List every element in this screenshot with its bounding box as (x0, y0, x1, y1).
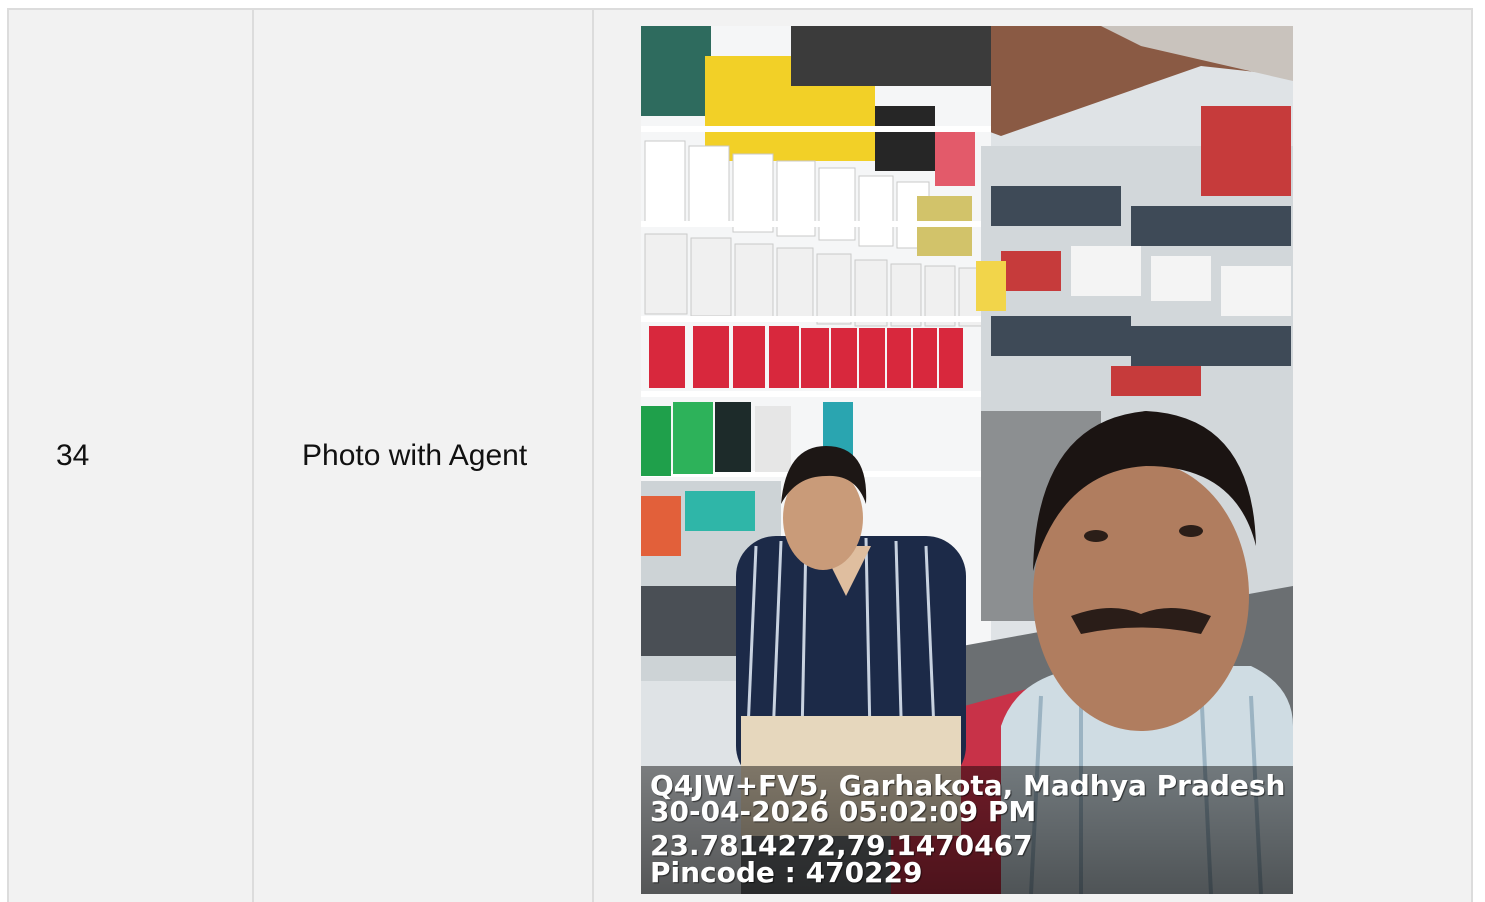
table-row: 34 Photo with Agent Q4JW+FV5, Garhakota,… (9, 10, 1471, 902)
row-label-cell: Photo with Agent (253, 10, 594, 902)
row-label: Photo with Agent (302, 439, 528, 472)
geotag-overlay: Q4JW+FV5, Garhakota, Madhya Pradesh 470 … (641, 766, 1293, 894)
photo-scene (641, 26, 1293, 894)
row-number: 34 (56, 439, 90, 472)
records-table-grid: 34 Photo with Agent Q4JW+FV5, Garhakota,… (9, 10, 1471, 902)
records-table: 34 Photo with Agent Q4JW+FV5, Garhakota,… (7, 8, 1473, 902)
geotag-pincode: Pincode : 470229 (650, 856, 923, 889)
row-photo-cell: Q4JW+FV5, Garhakota, Madhya Pradesh 470 … (593, 10, 1471, 902)
row-number-cell: 34 (9, 10, 254, 902)
geotag-datetime: 30-04-2026 05:02:09 PM (650, 795, 1037, 828)
agent-photo[interactable]: Q4JW+FV5, Garhakota, Madhya Pradesh 470 … (641, 26, 1293, 894)
